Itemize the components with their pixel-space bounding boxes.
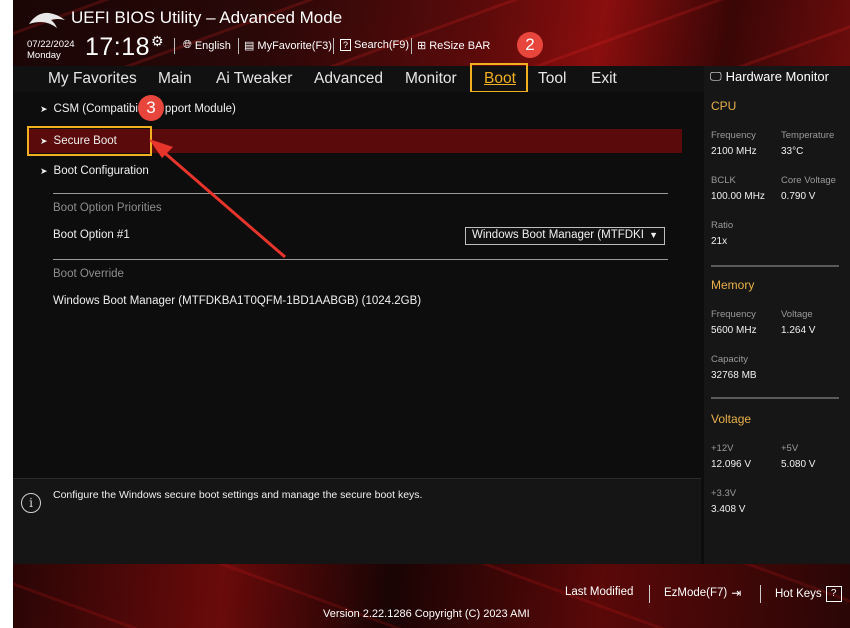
cpu-temperature-value: 33°C	[781, 146, 804, 157]
hardware-monitor-panel: 🖵︎ Hardware Monitor CPU Frequency Temper…	[704, 66, 850, 564]
tab-main[interactable]: Main	[158, 70, 192, 88]
tab-exit[interactable]: Exit	[591, 70, 617, 88]
boot-tab-highlight-box	[470, 63, 528, 93]
divider	[238, 38, 239, 54]
myfavorite-label: MyFavorite(F3)	[257, 39, 332, 52]
boot-override-item[interactable]: Windows Boot Manager (MTFDKBA1T0QFM-1BD1…	[53, 295, 421, 307]
hardware-monitor-title: 🖵︎ Hardware Monitor	[710, 69, 829, 84]
clock-time: 17:18	[85, 33, 151, 61]
memory-header: Memory	[711, 278, 755, 292]
arrow-right-icon: ➤	[40, 166, 48, 176]
ratio-value: 21x	[711, 236, 728, 247]
divider	[711, 265, 839, 267]
bclk-value: 100.00 MHz	[711, 191, 765, 202]
divider	[53, 259, 668, 260]
language-button[interactable]: 🌐︎ English	[183, 39, 231, 52]
divider	[711, 397, 839, 399]
date-text: 07/22/2024	[27, 39, 75, 50]
divider	[174, 38, 175, 54]
search-button[interactable]: ? Search(F9)	[340, 39, 409, 51]
divider	[411, 38, 412, 54]
last-modified-label: Last Modified	[565, 586, 634, 598]
cpu-frequency-value: 2100 MHz	[711, 146, 757, 157]
tab-advanced[interactable]: Advanced	[314, 70, 383, 88]
tab-tool[interactable]: Tool	[538, 70, 566, 88]
resize-bar-icon: ⊞	[417, 40, 427, 52]
csm-label: CSM (Compatibi	[53, 103, 138, 115]
myfavorite-button[interactable]: ▤ MyFavorite(F3)	[244, 39, 332, 53]
v5-label: +5V	[781, 443, 799, 454]
resize-bar-button[interactable]: ⊞ ReSize BAR	[417, 39, 491, 53]
gear-icon[interactable]: ⚙	[151, 33, 164, 50]
tab-monitor[interactable]: Monitor	[405, 70, 457, 88]
info-icon: i	[21, 493, 41, 513]
day-text: Monday	[27, 50, 61, 61]
resize-bar-label: ReSize BAR	[429, 39, 491, 52]
memory-voltage-value: 1.264 V	[781, 325, 816, 336]
exit-arrow-icon: ⇥	[731, 586, 742, 600]
tab-my-favorites[interactable]: My Favorites	[48, 70, 137, 88]
version-text: Version 2.22.1286 Copyright (C) 2023 AMI	[323, 608, 530, 620]
secure-boot-highlight-box	[27, 126, 152, 156]
v33-label: +3.3V	[711, 488, 737, 499]
step-badge-2: 2	[517, 32, 543, 58]
hotkeys-label: Hot Keys	[775, 588, 822, 600]
step-badge-3: 3	[138, 95, 164, 121]
capacity-value: 32768 MB	[711, 370, 757, 381]
help-bar: i Configure the Windows secure boot sett…	[13, 478, 701, 565]
help-key-icon: ?	[825, 586, 842, 602]
memory-frequency-value: 5600 MHz	[711, 325, 757, 336]
cpu-temperature-label: Temperature	[781, 130, 835, 141]
divider	[649, 585, 650, 603]
v33-value: 3.408 V	[711, 504, 746, 515]
voltage-header: Voltage	[711, 412, 752, 426]
boot-priorities-header: Boot Option Priorities	[53, 202, 162, 214]
last-modified-button[interactable]: Last Modified	[565, 586, 633, 598]
header-bar: UEFI BIOS Utility – Advanced Mode 07/22/…	[13, 0, 850, 66]
date-display: 07/22/2024 Monday	[27, 39, 75, 61]
ezmode-button[interactable]: EzMode(F7) ⇥	[664, 586, 741, 600]
v12-label: +12V	[711, 443, 734, 454]
divider	[760, 585, 761, 603]
divider	[53, 193, 668, 194]
v5-value: 5.080 V	[781, 459, 816, 470]
hardware-monitor-label: Hardware Monitor	[725, 69, 829, 84]
boot-configuration-menu-item[interactable]: ➤ Boot Configuration	[40, 165, 149, 177]
app-title: UEFI BIOS Utility – Advanced Mode	[71, 8, 343, 27]
cpu-header: CPU	[711, 99, 737, 113]
v12-value: 12.096 V	[711, 459, 752, 470]
help-text: Configure the Windows secure boot settin…	[53, 489, 423, 501]
rog-logo-icon	[29, 12, 65, 28]
cpu-frequency-label: Frequency	[711, 130, 756, 141]
boot-option-1-value: Windows Boot Manager (MTFDKI	[472, 229, 644, 241]
divider	[333, 38, 334, 54]
capacity-label: Capacity	[711, 354, 748, 365]
boot-content-panel: ➤ CSM (Compatibi pport Module) ➤ Secure Boo…	[13, 92, 701, 472]
boot-option-1-select[interactable]: Windows Boot Manager (MTFDKI ▼	[465, 227, 665, 245]
monitor-icon: 🖵︎	[710, 69, 722, 83]
footer-bar: Last Modified EzMode(F7) ⇥ Hot Keys ? Ve…	[13, 564, 850, 628]
caret-down-icon: ▼	[649, 230, 658, 240]
core-voltage-label: Core Voltage	[781, 175, 836, 186]
csm-label-tail: pport Module)	[164, 103, 236, 115]
tab-ai-tweaker[interactable]: Ai Tweaker	[216, 70, 292, 88]
boot-configuration-label: Boot Configuration	[53, 165, 149, 177]
core-voltage-value: 0.790 V	[781, 191, 816, 202]
bclk-label: BCLK	[711, 175, 736, 186]
memory-voltage-label: Voltage	[781, 309, 813, 320]
search-help-icon: ?	[340, 39, 352, 51]
hotkeys-button[interactable]: Hot Keys ?	[775, 586, 842, 602]
ezmode-label: EzMode(F7)	[664, 587, 728, 599]
boot-override-header: Boot Override	[53, 268, 124, 280]
memory-frequency-label: Frequency	[711, 309, 756, 320]
bios-window: UEFI BIOS Utility – Advanced Mode 07/22/…	[13, 0, 850, 628]
ratio-label: Ratio	[711, 220, 734, 231]
language-label: English	[194, 39, 231, 52]
boot-option-1-label: Boot Option #1	[53, 229, 130, 241]
arrow-right-icon: ➤	[40, 104, 48, 114]
favorite-list-icon: ▤	[244, 40, 255, 52]
search-label: Search(F9)	[354, 39, 410, 51]
globe-icon: 🌐︎	[183, 39, 192, 51]
